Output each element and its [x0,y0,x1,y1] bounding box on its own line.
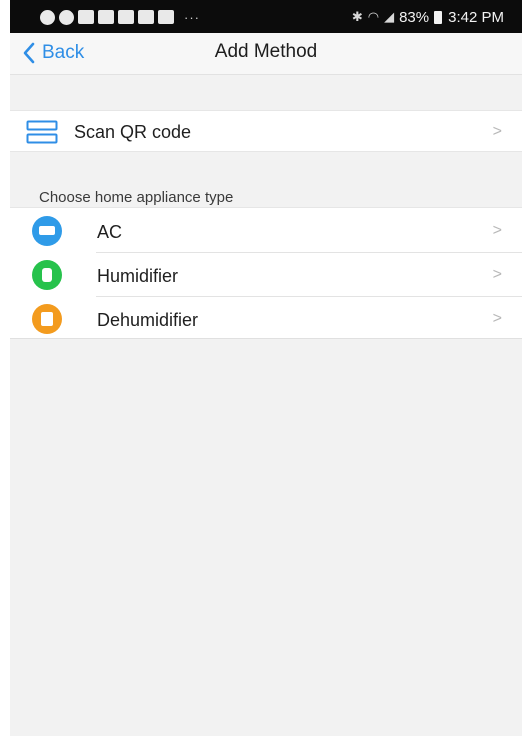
facebook-icon [118,10,134,24]
scan-qr-icon [26,120,58,144]
chevron-right-icon: > [492,310,502,327]
phone-screen: ··· ✱ ◠ ◢ 83% 3:42 PM Back Add Method Sc… [10,0,522,736]
appliance-type-list: AC > Humidifier > Dehumidifier > [10,207,522,339]
list-item-dehumidifier[interactable]: Dehumidifier > [10,297,522,341]
battery-percent: 83% [399,8,430,26]
status-bar: ··· ✱ ◠ ◢ 83% 3:42 PM [10,0,522,33]
image-icon [98,10,114,24]
dehumidifier-icon [32,304,62,334]
alert-icon [59,9,74,25]
mail-icon [158,10,174,24]
notification-icons: ··· [40,7,200,27]
navigation-bar: Back Add Method [10,33,522,75]
chevron-right-icon: > [492,123,502,140]
bluetooth-icon: ✱ [351,9,363,24]
clock: 3:42 PM [448,8,504,26]
gallery-icon [138,10,154,24]
list-item-label: Humidifier [97,266,179,286]
list-item-ac[interactable]: AC > [10,209,522,253]
list-item-label: Dehumidifier [97,310,199,330]
app-notification-icon [40,9,55,25]
signal-icon: ◢ [384,9,395,24]
scan-qr-code-row[interactable]: Scan QR code > [10,110,522,152]
chevron-right-icon: > [492,222,502,239]
battery-icon [434,10,443,24]
wifi-calling-icon [78,10,94,24]
more-notifications-icon: ··· [184,9,200,25]
wifi-icon: ◠ [367,9,380,24]
chevron-right-icon: > [492,266,502,283]
status-indicators: ✱ ◠ ◢ 83% 3:42 PM [352,7,504,27]
humidifier-icon [32,260,62,290]
page-title: Add Method [214,41,318,62]
ac-icon [32,216,62,246]
appliance-type-header: Choose home appliance type [39,189,234,206]
list-item-humidifier[interactable]: Humidifier > [10,253,522,297]
scan-qr-label: Scan QR code [74,122,192,142]
list-item-label: AC [97,222,123,242]
